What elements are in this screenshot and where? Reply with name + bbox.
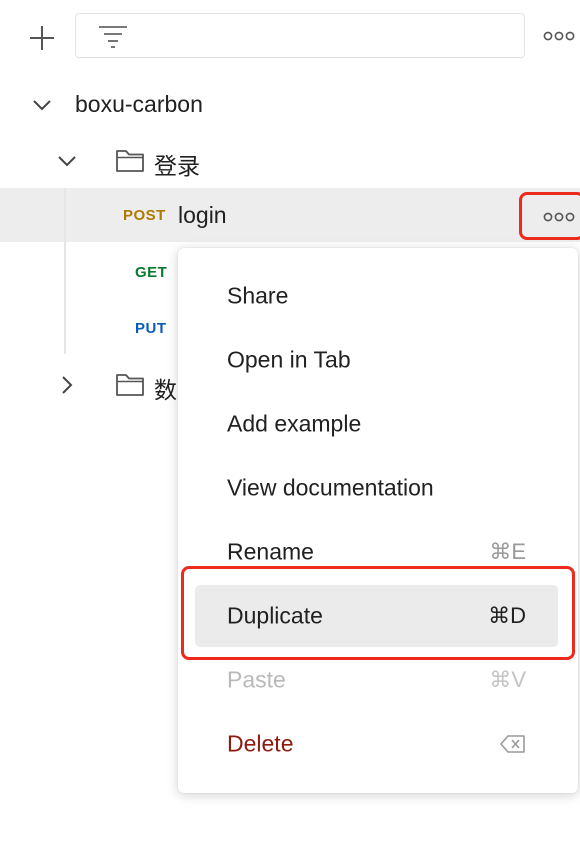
chevron-right-icon[interactable] <box>56 374 78 396</box>
folder-row[interactable]: 登录 <box>0 138 580 184</box>
menu-item-label: Delete <box>227 730 294 757</box>
method-badge-put: PUT <box>135 320 167 337</box>
sidebar-more-button[interactable] <box>541 25 577 47</box>
request-row[interactable]: POST login <box>0 188 515 242</box>
menu-item-delete[interactable]: Delete <box>195 713 558 775</box>
folder-row[interactable]: 数 <box>0 362 178 408</box>
collection-row[interactable]: boxu-carbon <box>0 82 580 128</box>
menu-item-label: Paste <box>227 666 286 693</box>
method-badge-post: POST <box>123 207 166 224</box>
menu-item-add-example[interactable]: Add example <box>195 393 558 455</box>
menu-item-shortcut: ⌘E <box>489 539 526 564</box>
plus-icon <box>30 26 54 50</box>
backspace-icon <box>500 735 525 753</box>
menu-item-open-in-tab[interactable]: Open in Tab <box>195 329 558 391</box>
request-name: login <box>178 202 227 228</box>
request-more-button[interactable] <box>519 192 580 240</box>
collection-name: boxu-carbon <box>75 91 203 117</box>
chevron-down-icon[interactable] <box>56 150 78 172</box>
menu-item-share[interactable]: Share <box>195 265 558 327</box>
folder-icon <box>116 374 144 396</box>
menu-item-label: Open in Tab <box>227 346 351 373</box>
folder-icon <box>116 150 144 172</box>
request-row[interactable]: PUT <box>0 306 178 350</box>
menu-item-shortcut: ⌘V <box>489 667 526 692</box>
menu-item-label: Rename <box>227 538 314 565</box>
menu-item-label: View documentation <box>227 474 434 501</box>
menu-item-label: Add example <box>227 410 362 437</box>
chevron-down-icon[interactable] <box>31 94 53 116</box>
folder-name: 登录 <box>154 153 200 179</box>
filter-search-field[interactable] <box>75 13 525 58</box>
add-button[interactable] <box>24 20 60 56</box>
context-menu: Share Open in Tab Add example View docum… <box>178 248 578 793</box>
method-badge-get: GET <box>135 264 168 281</box>
menu-item-view-documentation[interactable]: View documentation <box>195 457 558 519</box>
more-horizontal-icon <box>543 212 575 222</box>
duplicate-highlight-annotation <box>181 566 575 660</box>
more-horizontal-icon <box>543 31 575 41</box>
request-row[interactable]: GET <box>0 250 178 294</box>
filter-icon <box>99 26 127 48</box>
folder-name: 数 <box>154 377 177 403</box>
menu-item-label: Share <box>227 282 289 309</box>
